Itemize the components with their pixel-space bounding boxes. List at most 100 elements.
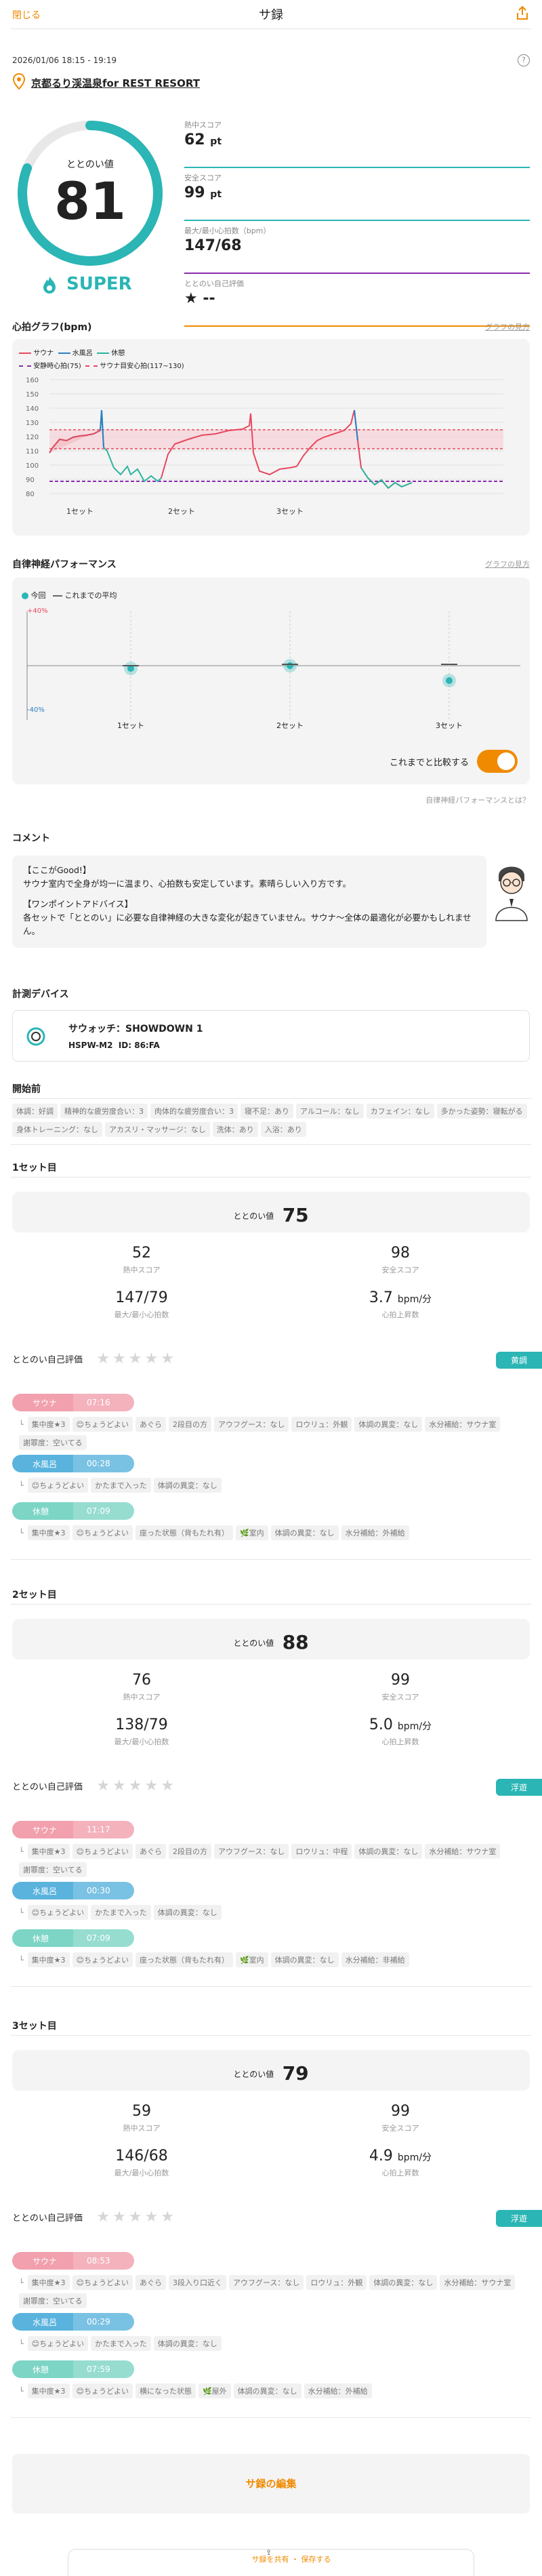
segment-tag: かたまで入った — [91, 1478, 151, 1493]
segment-tag: 体調の異変：なし — [153, 1478, 222, 1493]
indent-icon: └ — [19, 1420, 24, 1429]
segment-name: 休憩 — [12, 1502, 73, 1520]
segment-tag: 水分補給：非補給 — [341, 1952, 409, 1967]
self-eval-stars: ★ ★ ★ ★ ★ — [96, 2209, 177, 2226]
star-icon: ★ — [128, 1350, 142, 1367]
set-safe-value: 99 — [391, 1672, 410, 1689]
legend-swatch-resting — [19, 365, 31, 367]
pre-condition-tag: 身体トレーニング：なし — [12, 1122, 102, 1137]
legend-avg-line — [53, 595, 62, 597]
set-score: 88 — [282, 1631, 309, 1653]
set-metrics: 52 熱中スコア 98 安全スコア 147/79 最大/最小心拍数 3.7 bpm/分… — [12, 1245, 530, 1353]
self-eval-label: ととのい自己評価 — [12, 1782, 83, 1792]
segment-row: サウナ 07:16 └ 集中度★3 😊ちょうどよい あぐら 2段目の方 アウフグース：なし… — [12, 1394, 530, 1453]
segment-tag: 2段目の方 — [168, 1417, 211, 1432]
set-hr-label: 最大/最小心拍数 — [114, 1310, 169, 1319]
x-tick-label: 3セット — [276, 507, 304, 516]
star-icon: ★ — [128, 2209, 142, 2226]
y-tick-label: 80 — [26, 491, 35, 498]
set-rise-value: 4.9 — [369, 2148, 393, 2165]
set-score-label: ととのい値 — [233, 2070, 274, 2079]
comment-title: コメント — [12, 833, 50, 844]
set-feeling-badge: 黄調 — [495, 1352, 542, 1369]
autonomic-about-link[interactable]: 自律神経パフォーマンスとは？ — [425, 794, 530, 805]
device-model: HSPW-M2 — [68, 1041, 113, 1050]
pre-condition-tag: 肉体的な疲労度合い：3 — [150, 1104, 238, 1119]
metric-label: 最大/最小心拍数（bpm） — [184, 226, 271, 235]
star-icon: ★ — [112, 1777, 126, 1794]
segment-tag: 😊ちょうどよい — [72, 2275, 133, 2290]
set-score-label: ととのい値 — [233, 1638, 274, 1648]
set-score: 79 — [282, 2062, 309, 2085]
metric-label: 熱中スコア — [184, 121, 222, 129]
comment-advice-heading: 【ワンポイントアドバイス】 — [23, 899, 133, 909]
indent-icon: └ — [19, 1908, 24, 1917]
segment-time: 07:09 — [73, 1929, 134, 1947]
location-pin-icon — [12, 73, 26, 90]
set-title: 1セット目 — [12, 1163, 57, 1173]
metric-value: 62 — [184, 132, 205, 148]
device-name: サウォッチ：SHOWDOWN 1 — [68, 1024, 203, 1034]
y-tick-label: 110 — [26, 448, 39, 456]
self-eval-stars: ★ ★ ★ ★ ★ — [96, 1777, 177, 1794]
segment-row: サウナ 11:17 └ 集中度★3 😊ちょうどよい あぐら 2段目の方 アウフグース：なし… — [12, 1821, 530, 1880]
device-id: ID: 86:FA — [118, 1041, 160, 1050]
facility-link[interactable]: 京都るり渓温泉for REST RESORT — [31, 76, 200, 90]
pre-condition-tag: 体調：好調 — [12, 1104, 58, 1119]
pre-title: 開始前 — [12, 1084, 41, 1095]
set-self-eval-row: ととのい自己評価 ★ ★ ★ ★ ★ 黄調 — [12, 1350, 542, 1371]
segment-tag: 集中度★3 — [27, 2383, 70, 2398]
segment-name: 休憩 — [12, 1929, 73, 1947]
pre-condition-tags: 体調：好調 精神的な疲労度合い：3 肉体的な疲労度合い：3 寝不足：あり アルコール：な… — [12, 1104, 530, 1140]
segment-tag: 😊ちょうどよい — [27, 1478, 89, 1493]
compare-toggle[interactable] — [477, 750, 518, 773]
segment-tag: 😊ちょうどよい — [72, 2383, 133, 2398]
metric-heart-rate: 最大/最小心拍数（bpm） 147/68 — [184, 225, 530, 274]
segment-tag: 3段入り口近く — [168, 2275, 226, 2290]
segment-tag: 🌿室内 — [235, 1952, 268, 1967]
metric-unit: pt — [210, 136, 222, 147]
y-tick-label: 160 — [26, 377, 39, 384]
autonomic-chart-svg — [26, 611, 520, 720]
star-icon: ★ — [144, 1777, 159, 1794]
star-icon: ★ — [112, 1350, 126, 1367]
segment-name: サウナ — [12, 1821, 73, 1838]
comment-advice-text: 各セットで「ととのい」に必要な自律神経の大きな変化が起きていません。サウナ〜全体… — [23, 912, 472, 936]
set-heat-value: 59 — [132, 2103, 151, 2120]
set-self-eval-row: ととのい自己評価 ★ ★ ★ ★ ★ 浮遊 — [12, 2209, 542, 2229]
edit-record-button[interactable]: サ録の編集 — [12, 2454, 530, 2514]
pre-condition-tag: 精神的な疲労度合い：3 — [60, 1104, 148, 1119]
set-score-label: ととのい値 — [233, 1211, 274, 1221]
segment-tag: あぐら — [135, 1417, 166, 1432]
comment-good-heading: 【ここがGood!】 — [23, 865, 91, 875]
set-heat-value: 52 — [132, 1245, 151, 1262]
segment-tag: 集中度★3 — [27, 1844, 70, 1859]
legend-sauna: サウナ — [33, 350, 54, 357]
autonomic-help-link[interactable]: グラフの見方 — [485, 559, 530, 569]
segment-tag: かたまで入った — [91, 2336, 151, 2351]
watch-icon — [25, 1026, 47, 1047]
device-card: サウォッチ：SHOWDOWN 1 HSPW-M2 ID: 86:FA — [12, 1010, 530, 1062]
segment-name: 水風呂 — [12, 2313, 73, 2331]
segment-tag: 座った状態（背もたれ有） — [135, 1525, 233, 1540]
set-metrics: 59 熱中スコア 99 安全スコア 146/68 最大/最小心拍数 4.9 bpm/分… — [12, 2103, 530, 2211]
segment-tag: 集中度★3 — [27, 2275, 70, 2290]
heart-chart-help-link[interactable]: グラフの見方 — [485, 321, 530, 332]
y-tick-label: 140 — [26, 405, 39, 413]
set-rise-label: 心拍上昇数 — [381, 1310, 419, 1319]
segment-tag: 謝罪度：空いてる — [19, 1862, 87, 1877]
set-rise-label: 心拍上昇数 — [381, 2169, 419, 2177]
compare-label: これまでと比較する — [389, 758, 469, 768]
segment-tag: ロウリュ：中程 — [291, 1844, 352, 1859]
y-tick-label: 120 — [26, 434, 39, 441]
indent-icon: └ — [19, 2387, 24, 2396]
segment-tag: 😊ちょうどよい — [72, 1844, 133, 1859]
share-icon[interactable] — [515, 5, 530, 20]
autonomic-xtick: 1セット — [117, 721, 144, 730]
footer-share-bar[interactable]: ⇪ サ録を共有 ・ 保存する — [68, 2548, 474, 2576]
x-tick-label: 2セット — [168, 507, 195, 516]
segment-tag: アウフグース：なし — [228, 2275, 304, 2290]
set-score-card: ととのい値 79 — [12, 2050, 530, 2091]
set-safe-value: 98 — [391, 1245, 410, 1262]
help-icon[interactable]: ? — [518, 54, 530, 66]
